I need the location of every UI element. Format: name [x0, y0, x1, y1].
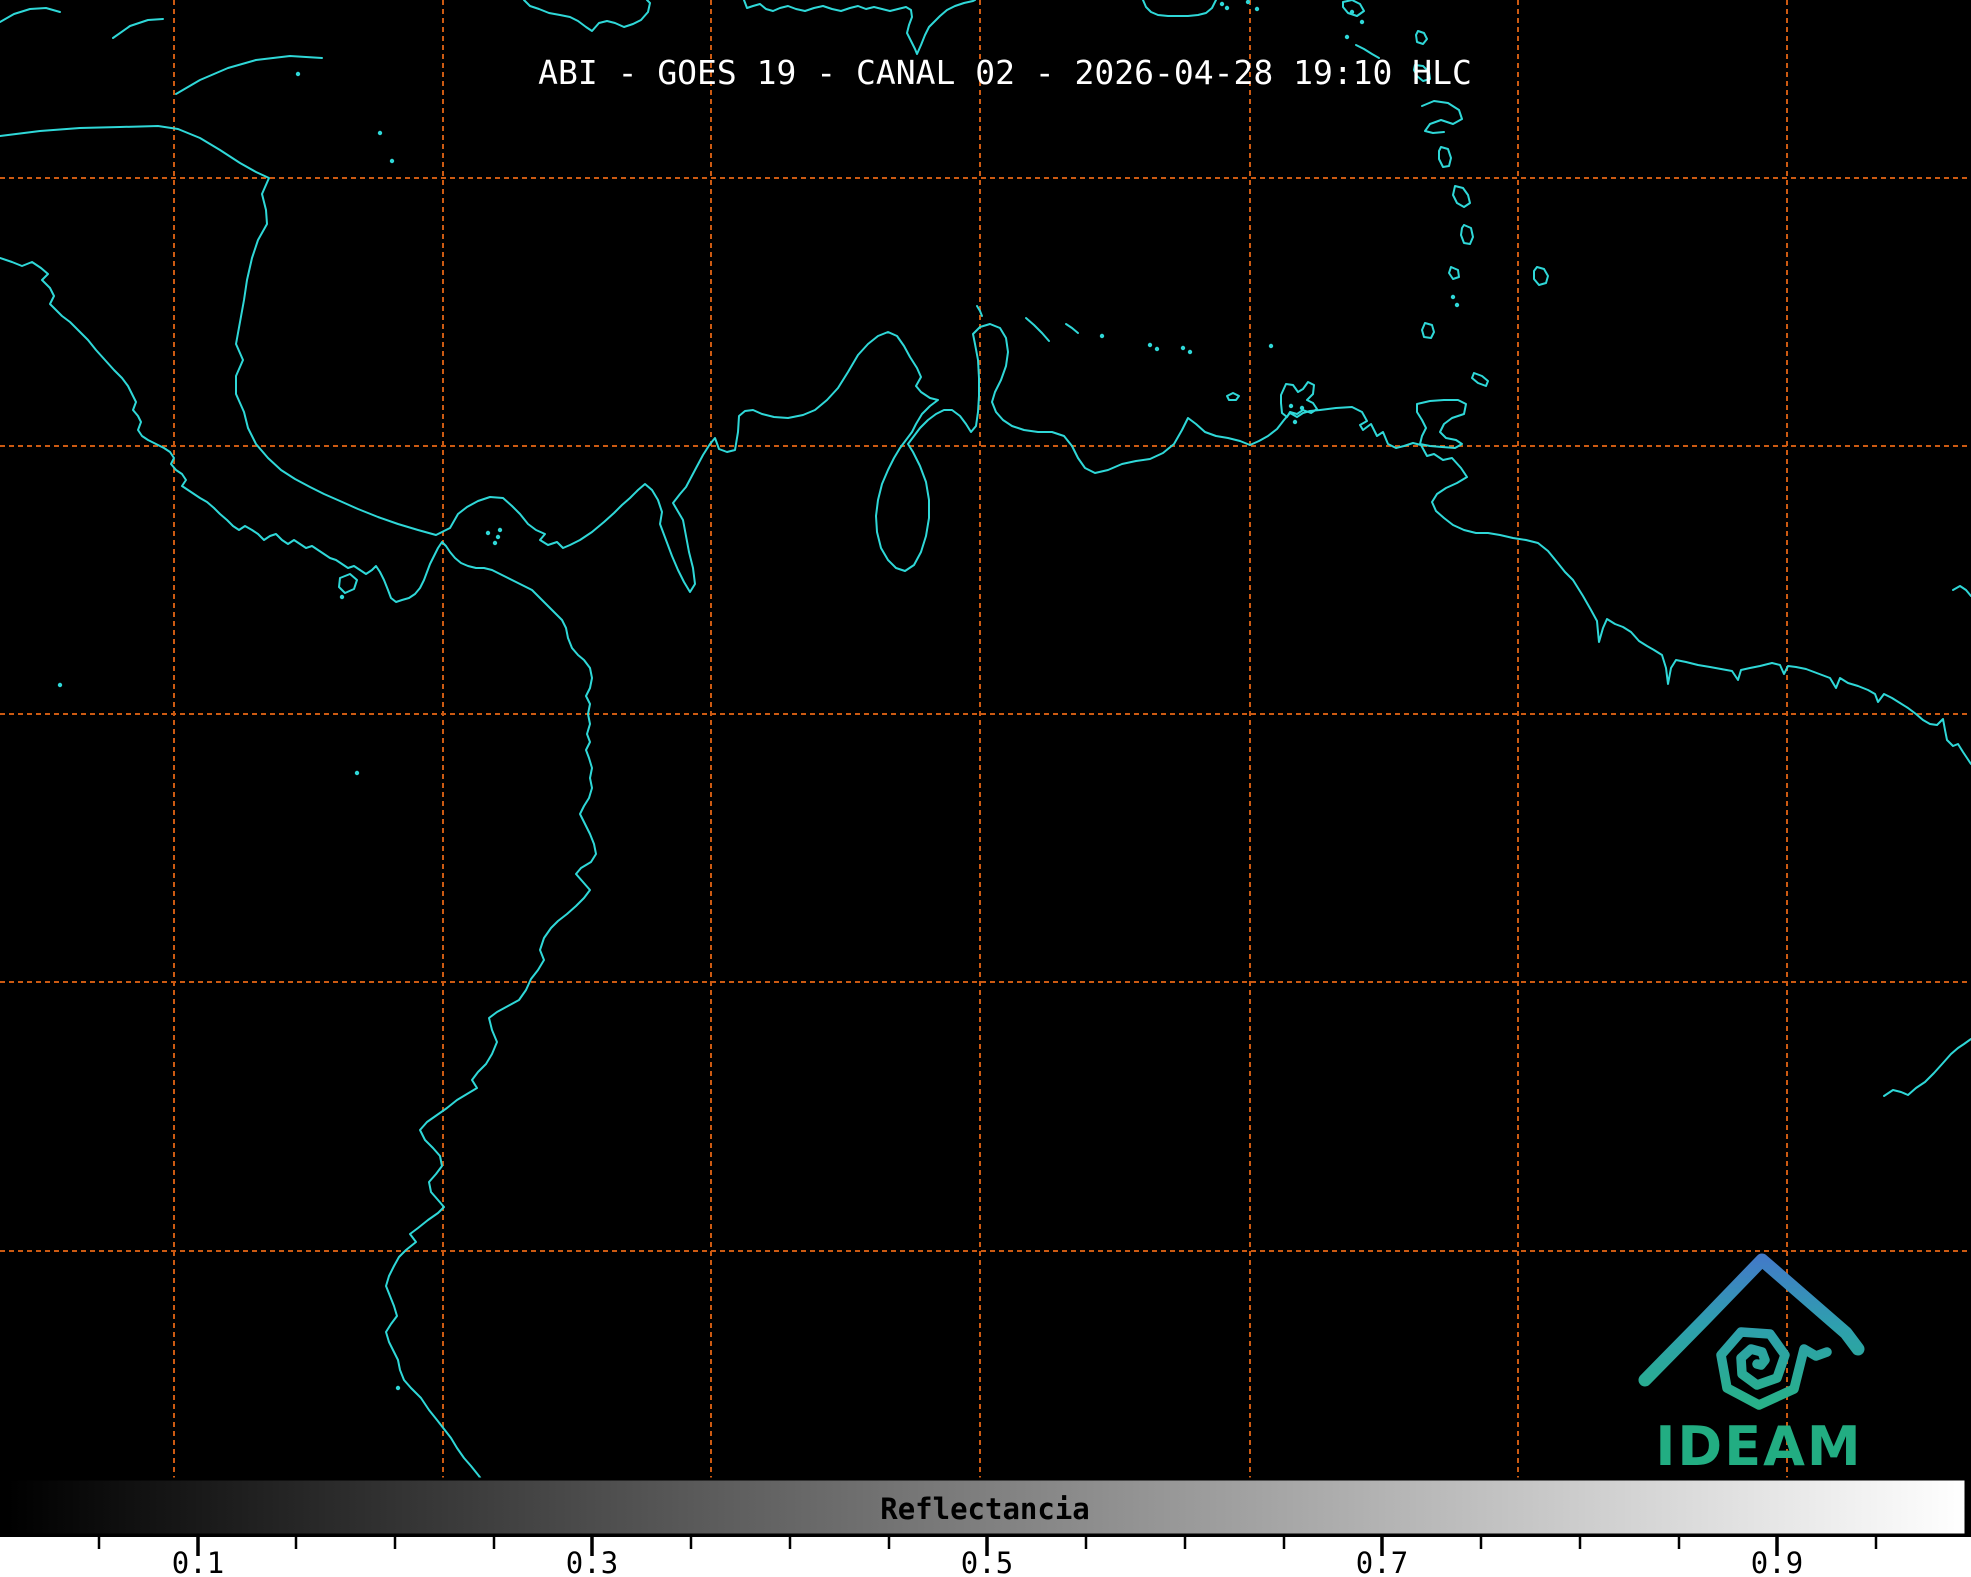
islet-dot	[1269, 344, 1273, 348]
islet-dot	[1300, 406, 1304, 410]
islet-dot	[1255, 7, 1259, 11]
colorbar-label: Reflectancia	[880, 1492, 1090, 1526]
islet-dot	[1360, 20, 1364, 24]
islet-dot	[498, 528, 502, 532]
islet-dot	[1100, 334, 1104, 338]
islet-dot	[355, 771, 359, 775]
islet-dot	[1225, 6, 1229, 10]
islet-dot	[58, 683, 62, 687]
islet-dot	[493, 541, 497, 545]
islet-dot	[340, 595, 344, 599]
colorbar-tick-label: 0.5	[961, 1546, 1013, 1577]
islet-dot	[1220, 2, 1224, 6]
islet-dot	[1148, 343, 1152, 347]
islet-dot	[1293, 420, 1297, 424]
islet-dot	[1455, 303, 1459, 307]
islet-dot	[1451, 295, 1455, 299]
islet-dot	[1350, 10, 1354, 14]
islet-dot	[1345, 35, 1349, 39]
islet-dot	[296, 72, 300, 76]
islet-dot	[378, 131, 382, 135]
colorbar-tick-label: 0.3	[566, 1546, 618, 1577]
islet-dot	[1181, 346, 1185, 350]
islet-dot	[496, 535, 500, 539]
islet-dot	[486, 531, 490, 535]
islet-dot	[1155, 347, 1159, 351]
islet-dot	[1289, 404, 1293, 408]
satellite-image-viewport: ABI - GOES 19 - CANAL 02 - 2026-04-28 19…	[0, 0, 1971, 1577]
islet-dot	[1188, 350, 1192, 354]
islet-dot	[390, 159, 394, 163]
islet-dot	[1246, 0, 1250, 4]
colorbar-tick-label: 0.1	[172, 1546, 224, 1577]
ideam-logo-text: IDEAM	[1655, 1415, 1862, 1478]
colorbar-tick-label: 0.9	[1751, 1546, 1803, 1577]
islet-dot	[396, 1386, 400, 1390]
colorbar-tick-label: 0.7	[1356, 1546, 1408, 1577]
satellite-map: ABI - GOES 19 - CANAL 02 - 2026-04-28 19…	[0, 0, 1971, 1577]
product-title: ABI - GOES 19 - CANAL 02 - 2026-04-28 19…	[538, 53, 1472, 92]
